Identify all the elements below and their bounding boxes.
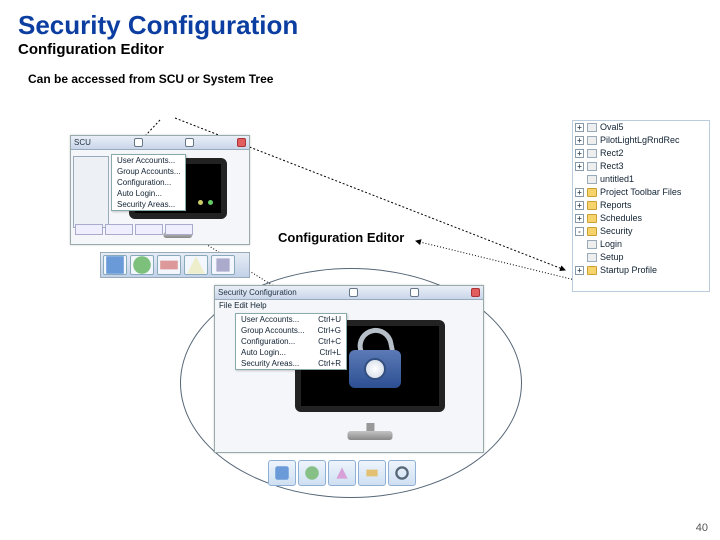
slide-number: 40 bbox=[696, 522, 708, 534]
tree-node[interactable]: +Oval5 bbox=[573, 121, 709, 134]
folder-icon bbox=[587, 201, 597, 210]
folder-icon bbox=[587, 188, 597, 197]
folder-icon bbox=[587, 214, 597, 223]
scu-window: SCU Screen800 x 600 User Accounts... Gro… bbox=[70, 135, 250, 245]
tool-btn[interactable] bbox=[358, 460, 386, 486]
tree-node[interactable]: -Security bbox=[573, 225, 709, 238]
taskbar-btn[interactable] bbox=[157, 255, 181, 275]
editor-popup-menu[interactable]: User Accounts...Ctrl+U Group Accounts...… bbox=[235, 313, 347, 370]
access-note: Can be accessed from SCU or System Tree bbox=[0, 64, 720, 86]
page-icon bbox=[587, 149, 597, 158]
tree-node[interactable]: +PilotLightLgRndRec bbox=[573, 134, 709, 147]
tree-node[interactable]: +Schedules bbox=[573, 212, 709, 225]
tree-node[interactable]: +Reports bbox=[573, 199, 709, 212]
config-editor-label: Configuration Editor bbox=[278, 230, 404, 245]
editor-titlebar: Security Configuration bbox=[215, 286, 483, 300]
tool-btn[interactable] bbox=[328, 460, 356, 486]
taskbar-btn[interactable] bbox=[103, 255, 127, 275]
tree-node[interactable]: Setup bbox=[573, 251, 709, 264]
page-title: Security Configuration bbox=[0, 0, 720, 41]
tool-btn[interactable] bbox=[268, 460, 296, 486]
padlock-icon bbox=[349, 328, 401, 388]
taskbar-btn[interactable] bbox=[130, 255, 154, 275]
page-icon bbox=[587, 175, 597, 184]
page-subtitle: Configuration Editor bbox=[0, 41, 720, 64]
tree-node[interactable]: +Startup Profile bbox=[573, 264, 709, 277]
page-icon bbox=[587, 123, 597, 132]
editor-aux-toolbar bbox=[268, 460, 416, 486]
taskbar-btn[interactable] bbox=[211, 255, 235, 275]
scu-thumbpad bbox=[74, 224, 194, 235]
folder-icon bbox=[587, 266, 597, 275]
scu-titlebar: SCU bbox=[71, 136, 249, 150]
taskbar-btn[interactable] bbox=[184, 255, 208, 275]
page-icon bbox=[587, 253, 597, 262]
editor-menubar[interactable]: File Edit Help bbox=[219, 301, 267, 310]
tree-node[interactable]: +Project Toolbar Files bbox=[573, 186, 709, 199]
tree-node[interactable]: +Rect2 bbox=[573, 147, 709, 160]
tool-btn[interactable] bbox=[388, 460, 416, 486]
folder-icon bbox=[587, 227, 597, 236]
editor-window: Security Configuration File Edit Help Us… bbox=[214, 285, 484, 453]
editor-window-title: Security Configuration bbox=[218, 288, 297, 297]
tree-node[interactable]: +Rect3 bbox=[573, 160, 709, 173]
page-icon bbox=[587, 240, 597, 249]
page-icon bbox=[587, 162, 597, 171]
tool-btn[interactable] bbox=[298, 460, 326, 486]
scu-aux-taskbar bbox=[100, 252, 250, 278]
tree-node[interactable]: Login bbox=[573, 238, 709, 251]
page-icon bbox=[587, 136, 597, 145]
tree-node[interactable]: untitled1 bbox=[573, 173, 709, 186]
scu-window-title: SCU bbox=[74, 138, 91, 147]
scu-popup-menu[interactable]: User Accounts... Group Accounts... Confi… bbox=[111, 154, 186, 211]
system-tree[interactable]: +Oval5+PilotLightLgRndRec+Rect2+Rect3unt… bbox=[572, 120, 710, 292]
